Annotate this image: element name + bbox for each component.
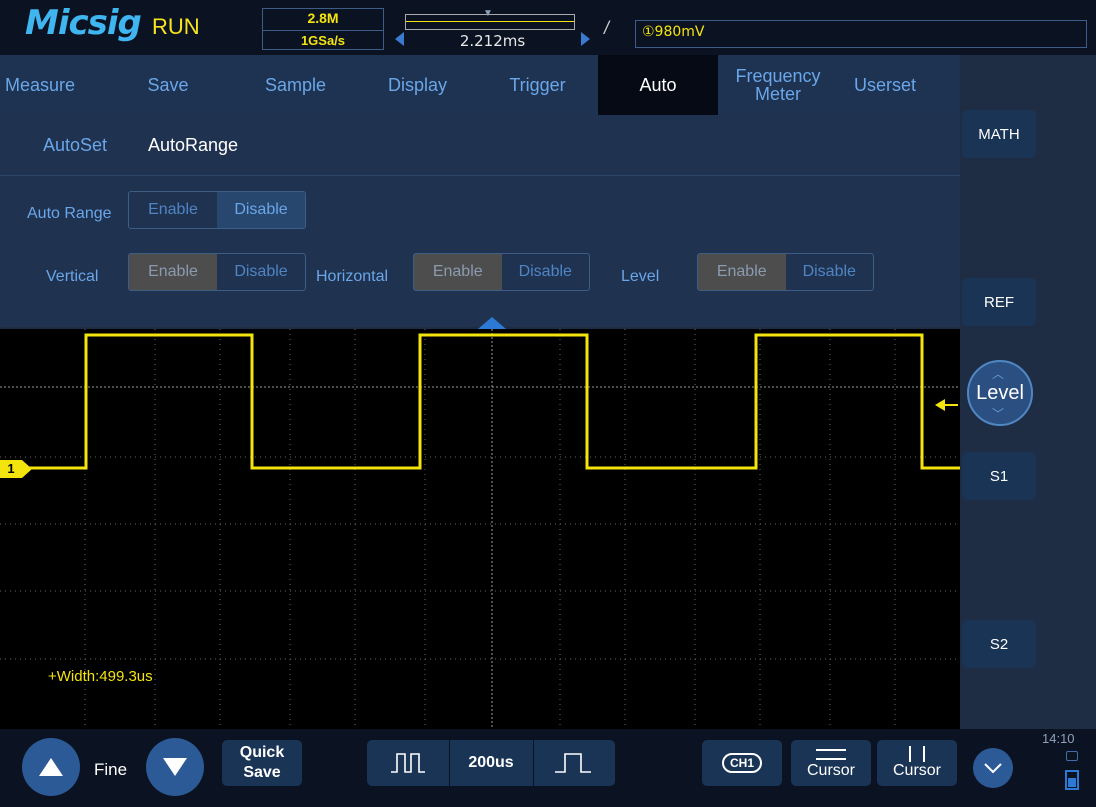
level-disable[interactable]: Disable xyxy=(786,254,874,290)
subtab-bar: AutoSet AutoRange xyxy=(0,115,960,176)
vertical-cursor-button[interactable]: Cursor xyxy=(877,740,957,786)
channel-1-button[interactable]: CH1 xyxy=(702,740,782,786)
increase-button[interactable] xyxy=(22,738,80,796)
triangle-up-icon xyxy=(39,758,63,776)
menu-tab-bar: Measure Save Sample Display Trigger Auto… xyxy=(0,55,960,115)
horizontal-cursor-icon xyxy=(816,749,846,760)
trigger-marker-icon: ▼ xyxy=(483,8,493,19)
timebase-value: 200us xyxy=(468,754,514,771)
tab-frequency-meter[interactable]: Frequency Meter xyxy=(718,55,838,115)
sample-info-box[interactable]: 2.8M 1GSa/s xyxy=(262,8,384,50)
time-position: 2.212ms xyxy=(459,32,526,50)
triangle-down-icon xyxy=(163,758,187,776)
chevron-down-icon: ﹀ xyxy=(992,407,1005,421)
timebase-control[interactable]: 200us xyxy=(367,740,615,786)
horizontal-cursor-label: Cursor xyxy=(806,762,855,779)
s1-button[interactable]: S1 xyxy=(962,452,1036,500)
channel-1-arrow-icon xyxy=(22,460,32,478)
s2-button[interactable]: S2 xyxy=(962,620,1036,668)
vertical-label: Vertical xyxy=(46,268,99,285)
subtab-autorange[interactable]: AutoRange xyxy=(148,115,238,175)
chevron-up-icon: ︿ xyxy=(992,367,1005,381)
run-status[interactable]: RUN xyxy=(152,14,200,40)
vertical-cursor-label: Cursor xyxy=(892,762,941,779)
trigger-level-arrow-icon xyxy=(935,399,945,411)
clock: 14:10 xyxy=(1042,731,1075,746)
brand-logo: Micsig xyxy=(25,3,142,43)
vertical-toggle[interactable]: Enable Disable xyxy=(128,253,306,291)
vertical-enable[interactable]: Enable xyxy=(129,254,217,290)
tab-measure[interactable]: Measure xyxy=(0,55,94,115)
sample-rate: 1GSa/s xyxy=(263,30,383,50)
math-button[interactable]: MATH xyxy=(962,110,1036,158)
horizontal-toggle[interactable]: Enable Disable xyxy=(413,253,590,291)
channel-1-marker[interactable]: 1 xyxy=(0,460,22,478)
tab-trigger[interactable]: Trigger xyxy=(495,55,580,115)
fine-label[interactable]: Fine xyxy=(94,760,127,780)
level-toggle[interactable]: Enable Disable xyxy=(697,253,874,291)
level-knob-label: Level xyxy=(976,381,1024,404)
tab-auto[interactable]: Auto xyxy=(598,55,718,115)
decrease-button[interactable] xyxy=(146,738,204,796)
expand-button[interactable] xyxy=(973,748,1013,788)
trigger-position-icon xyxy=(478,317,506,329)
width-measurement: +Width:499.3us xyxy=(48,668,153,685)
rising-edge-icon[interactable]: / xyxy=(604,18,609,39)
auto-range-label: Auto Range xyxy=(27,205,112,222)
time-position-box[interactable]: ▼ 2.212ms xyxy=(395,8,590,50)
memory-depth: 2.8M xyxy=(307,10,339,26)
chevron-down-icon xyxy=(984,763,1002,774)
vertical-disable[interactable]: Disable xyxy=(217,254,305,290)
trigger-level: ①980mV xyxy=(642,24,705,40)
tab-sample[interactable]: Sample xyxy=(248,55,343,115)
subtab-autoset[interactable]: AutoSet xyxy=(43,115,107,175)
quick-save-button[interactable]: Quick Save xyxy=(222,740,302,786)
ch1-icon: CH1 xyxy=(721,753,762,773)
tab-save[interactable]: Save xyxy=(128,55,208,115)
quick-save-line1: Quick xyxy=(239,744,285,761)
horizontal-cursor-button[interactable]: Cursor xyxy=(791,740,871,786)
level-enable[interactable]: Enable xyxy=(698,254,786,290)
horizontal-disable[interactable]: Disable xyxy=(502,254,590,290)
quick-save-line2: Save xyxy=(243,764,281,781)
wide-pulse-icon xyxy=(555,753,591,773)
trigger-level-box[interactable]: ①980mV xyxy=(635,20,1087,48)
level-knob[interactable]: ︿ Level ﹀ xyxy=(967,360,1033,426)
auto-range-toggle[interactable]: Enable Disable xyxy=(128,191,306,229)
tab-userset[interactable]: Userset xyxy=(840,55,930,115)
storage-icon xyxy=(1066,751,1078,761)
auto-range-enable[interactable]: Enable xyxy=(129,192,217,228)
tab-display[interactable]: Display xyxy=(375,55,460,115)
battery-icon xyxy=(1065,770,1079,790)
channel-1-waveform xyxy=(0,333,960,470)
narrow-pulse-icon xyxy=(391,753,425,773)
auto-range-disable[interactable]: Disable xyxy=(217,192,305,228)
vertical-cursor-icon xyxy=(909,746,925,762)
horizontal-enable[interactable]: Enable xyxy=(414,254,502,290)
arrow-right-icon[interactable] xyxy=(581,32,590,46)
level-label: Level xyxy=(621,268,660,285)
horizontal-label: Horizontal xyxy=(316,268,389,285)
ref-button[interactable]: REF xyxy=(962,278,1036,326)
